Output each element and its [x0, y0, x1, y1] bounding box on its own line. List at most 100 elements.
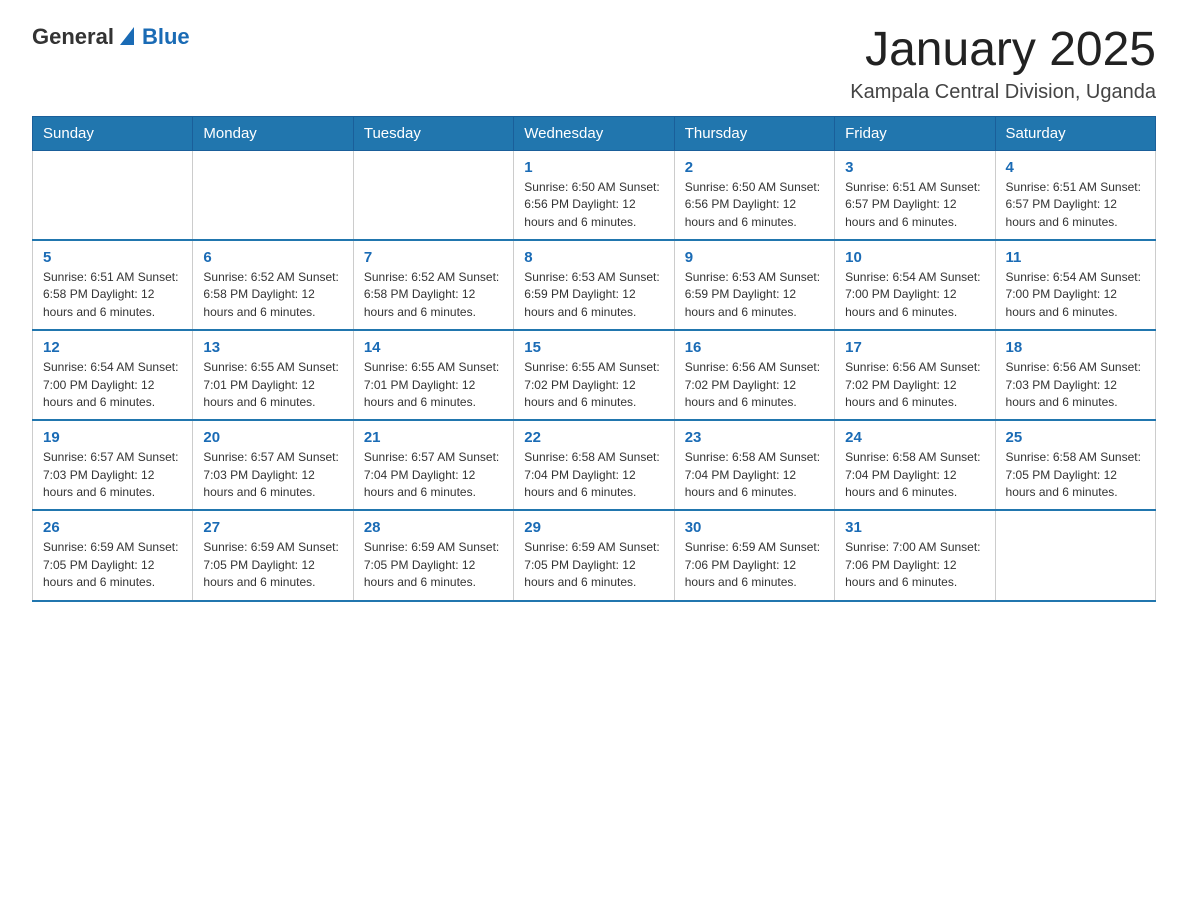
- day-info: Sunrise: 6:54 AM Sunset: 7:00 PM Dayligh…: [43, 359, 182, 411]
- title-block: January 2025 Kampala Central Division, U…: [850, 24, 1156, 104]
- day-number: 25: [1006, 429, 1145, 446]
- day-number: 13: [203, 339, 342, 356]
- day-number: 15: [524, 339, 663, 356]
- header-cell-monday: Monday: [193, 116, 353, 150]
- day-info: Sunrise: 6:57 AM Sunset: 7:03 PM Dayligh…: [203, 449, 342, 501]
- location-title: Kampala Central Division, Uganda: [850, 81, 1156, 104]
- day-cell: 22Sunrise: 6:58 AM Sunset: 7:04 PM Dayli…: [514, 420, 674, 510]
- day-cell: 11Sunrise: 6:54 AM Sunset: 7:00 PM Dayli…: [995, 240, 1155, 330]
- calendar-body: 1 Sunrise: 6:50 AM Sunset: 6:56 PM Daylig…: [33, 150, 1156, 600]
- day-number: 9: [685, 249, 824, 266]
- day-cell: 24Sunrise: 6:58 AM Sunset: 7:04 PM Dayli…: [835, 420, 995, 510]
- day-cell: 31 Sunrise: 7:00 AM Sunset: 7:06 PM Dayli…: [835, 510, 995, 600]
- day-info: Sunrise: 6:56 AM Sunset: 7:02 PM Dayligh…: [845, 359, 984, 411]
- day-cell: 29Sunrise: 6:59 AM Sunset: 7:05 PM Dayli…: [514, 510, 674, 600]
- day-cell: 15 Sunrise: 6:55 AM Sunset: 7:02 PM Dayli…: [514, 330, 674, 420]
- header-cell-thursday: Thursday: [674, 116, 834, 150]
- day-cell: 5 Sunrise: 6:51 AM Sunset: 6:58 PM Daylig…: [33, 240, 193, 330]
- week-row-3: 12 Sunrise: 6:54 AM Sunset: 7:00 PM Dayli…: [33, 330, 1156, 420]
- header-cell-saturday: Saturday: [995, 116, 1155, 150]
- day-info: Sunrise: 6:53 AM Sunset: 6:59 PM Dayligh…: [685, 269, 824, 321]
- header-row: SundayMondayTuesdayWednesdayThursdayFrid…: [33, 116, 1156, 150]
- day-info: Sunrise: 6:57 AM Sunset: 7:04 PM Dayligh…: [364, 449, 503, 501]
- logo: General Blue: [32, 24, 190, 50]
- day-number: 31: [845, 519, 984, 536]
- day-cell: 26 Sunrise: 6:59 AM Sunset: 7:05 PM Dayli…: [33, 510, 193, 600]
- day-cell: 8Sunrise: 6:53 AM Sunset: 6:59 PM Daylig…: [514, 240, 674, 330]
- day-cell: [353, 150, 513, 240]
- day-info: Sunrise: 6:51 AM Sunset: 6:57 PM Dayligh…: [1006, 179, 1145, 231]
- day-cell: 4 Sunrise: 6:51 AM Sunset: 6:57 PM Daylig…: [995, 150, 1155, 240]
- day-number: 17: [845, 339, 984, 356]
- day-number: 19: [43, 429, 182, 446]
- page-header: General Blue January 2025 Kampala Centra…: [32, 24, 1156, 104]
- day-cell: 21 Sunrise: 6:57 AM Sunset: 7:04 PM Dayli…: [353, 420, 513, 510]
- day-cell: [33, 150, 193, 240]
- day-cell: 6 Sunrise: 6:52 AM Sunset: 6:58 PM Daylig…: [193, 240, 353, 330]
- day-cell: 19 Sunrise: 6:57 AM Sunset: 7:03 PM Dayli…: [33, 420, 193, 510]
- day-cell: 9 Sunrise: 6:53 AM Sunset: 6:59 PM Daylig…: [674, 240, 834, 330]
- day-cell: 1Sunrise: 6:50 AM Sunset: 6:56 PM Daylig…: [514, 150, 674, 240]
- day-cell: [193, 150, 353, 240]
- day-info: Sunrise: 6:59 AM Sunset: 7:05 PM Dayligh…: [364, 539, 503, 591]
- day-number: 27: [203, 519, 342, 536]
- day-info: Sunrise: 6:52 AM Sunset: 6:58 PM Dayligh…: [364, 269, 503, 321]
- week-row-2: 5 Sunrise: 6:51 AM Sunset: 6:58 PM Daylig…: [33, 240, 1156, 330]
- logo-text-blue: Blue: [142, 24, 190, 50]
- day-info: Sunrise: 6:55 AM Sunset: 7:02 PM Dayligh…: [524, 359, 663, 411]
- day-cell: 12 Sunrise: 6:54 AM Sunset: 7:00 PM Dayli…: [33, 330, 193, 420]
- day-number: 8: [524, 249, 663, 266]
- day-cell: 7Sunrise: 6:52 AM Sunset: 6:58 PM Daylig…: [353, 240, 513, 330]
- day-info: Sunrise: 6:57 AM Sunset: 7:03 PM Dayligh…: [43, 449, 182, 501]
- day-number: 1: [524, 159, 663, 176]
- day-info: Sunrise: 6:51 AM Sunset: 6:57 PM Dayligh…: [845, 179, 984, 231]
- day-number: 11: [1006, 249, 1145, 266]
- week-row-4: 19 Sunrise: 6:57 AM Sunset: 7:03 PM Dayli…: [33, 420, 1156, 510]
- logo-triangle-icon: [120, 27, 134, 45]
- day-number: 30: [685, 519, 824, 536]
- day-number: 22: [524, 429, 663, 446]
- month-title: January 2025: [850, 24, 1156, 77]
- day-cell: 25Sunrise: 6:58 AM Sunset: 7:05 PM Dayli…: [995, 420, 1155, 510]
- day-cell: 23 Sunrise: 6:58 AM Sunset: 7:04 PM Dayli…: [674, 420, 834, 510]
- day-info: Sunrise: 6:56 AM Sunset: 7:02 PM Dayligh…: [685, 359, 824, 411]
- day-number: 26: [43, 519, 182, 536]
- day-number: 28: [364, 519, 503, 536]
- day-number: 6: [203, 249, 342, 266]
- week-row-5: 26 Sunrise: 6:59 AM Sunset: 7:05 PM Dayli…: [33, 510, 1156, 600]
- day-cell: 14 Sunrise: 6:55 AM Sunset: 7:01 PM Dayli…: [353, 330, 513, 420]
- day-info: Sunrise: 6:59 AM Sunset: 7:05 PM Dayligh…: [524, 539, 663, 591]
- day-info: Sunrise: 6:58 AM Sunset: 7:04 PM Dayligh…: [685, 449, 824, 501]
- day-info: Sunrise: 6:55 AM Sunset: 7:01 PM Dayligh…: [364, 359, 503, 411]
- logo-text-general: General: [32, 24, 114, 50]
- day-info: Sunrise: 6:59 AM Sunset: 7:05 PM Dayligh…: [43, 539, 182, 591]
- day-number: 18: [1006, 339, 1145, 356]
- day-cell: 2 Sunrise: 6:50 AM Sunset: 6:56 PM Daylig…: [674, 150, 834, 240]
- day-number: 14: [364, 339, 503, 356]
- day-number: 5: [43, 249, 182, 266]
- day-cell: 28 Sunrise: 6:59 AM Sunset: 7:05 PM Dayli…: [353, 510, 513, 600]
- day-number: 2: [685, 159, 824, 176]
- day-cell: 20Sunrise: 6:57 AM Sunset: 7:03 PM Dayli…: [193, 420, 353, 510]
- day-info: Sunrise: 6:52 AM Sunset: 6:58 PM Dayligh…: [203, 269, 342, 321]
- day-info: Sunrise: 6:56 AM Sunset: 7:03 PM Dayligh…: [1006, 359, 1145, 411]
- day-number: 12: [43, 339, 182, 356]
- header-cell-friday: Friday: [835, 116, 995, 150]
- day-info: Sunrise: 6:59 AM Sunset: 7:06 PM Dayligh…: [685, 539, 824, 591]
- day-number: 21: [364, 429, 503, 446]
- calendar-table: SundayMondayTuesdayWednesdayThursdayFrid…: [32, 116, 1156, 602]
- day-cell: 13Sunrise: 6:55 AM Sunset: 7:01 PM Dayli…: [193, 330, 353, 420]
- day-cell: 27Sunrise: 6:59 AM Sunset: 7:05 PM Dayli…: [193, 510, 353, 600]
- day-cell: 18 Sunrise: 6:56 AM Sunset: 7:03 PM Dayli…: [995, 330, 1155, 420]
- header-cell-sunday: Sunday: [33, 116, 193, 150]
- day-info: Sunrise: 7:00 AM Sunset: 7:06 PM Dayligh…: [845, 539, 984, 591]
- day-number: 4: [1006, 159, 1145, 176]
- day-number: 23: [685, 429, 824, 446]
- day-number: 10: [845, 249, 984, 266]
- day-cell: 30 Sunrise: 6:59 AM Sunset: 7:06 PM Dayli…: [674, 510, 834, 600]
- day-number: 24: [845, 429, 984, 446]
- day-cell: 3Sunrise: 6:51 AM Sunset: 6:57 PM Daylig…: [835, 150, 995, 240]
- day-cell: 17 Sunrise: 6:56 AM Sunset: 7:02 PM Dayli…: [835, 330, 995, 420]
- day-info: Sunrise: 6:50 AM Sunset: 6:56 PM Dayligh…: [685, 179, 824, 231]
- day-info: Sunrise: 6:51 AM Sunset: 6:58 PM Dayligh…: [43, 269, 182, 321]
